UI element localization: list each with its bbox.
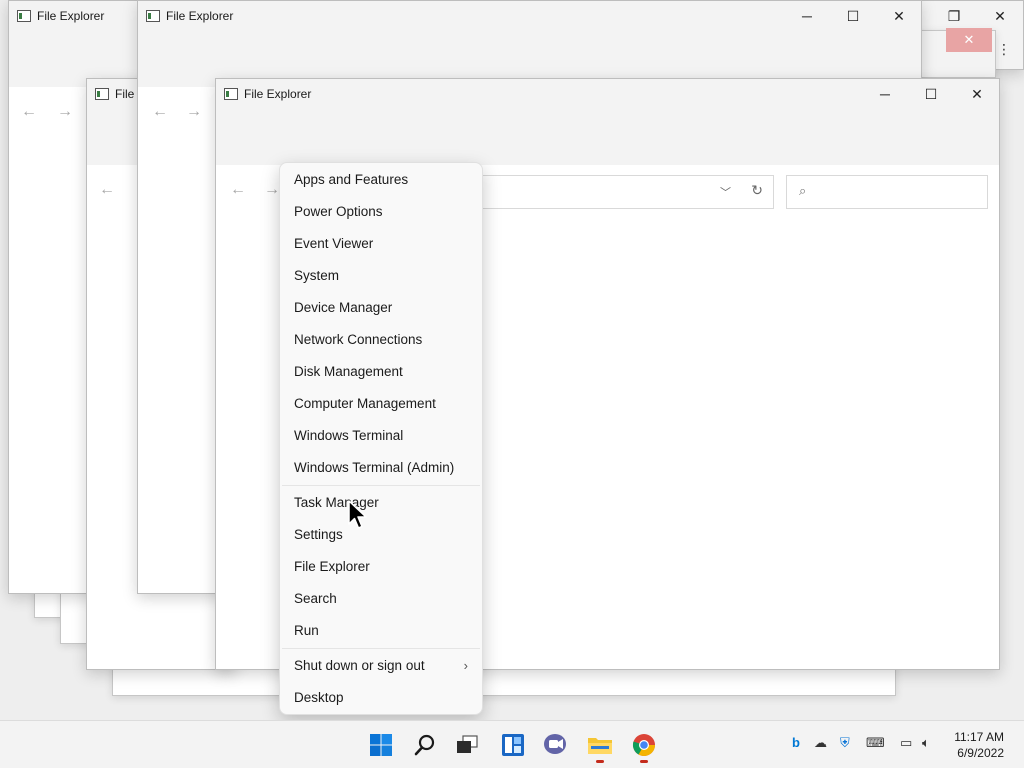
widgets-icon[interactable] bbox=[498, 730, 528, 760]
back-arrow-icon[interactable]: ← bbox=[19, 103, 39, 121]
task-view-icon[interactable] bbox=[452, 730, 482, 760]
chat-icon[interactable] bbox=[541, 730, 571, 760]
menu-separator bbox=[282, 485, 480, 486]
chevron-right-icon: › bbox=[463, 658, 468, 673]
menu-item-event-viewer[interactable]: Event Viewer bbox=[280, 228, 482, 260]
back-arrow-icon[interactable]: ← bbox=[97, 181, 117, 199]
minimize-button[interactable]: ─ bbox=[784, 1, 830, 31]
window-title: File Explorer bbox=[244, 87, 312, 101]
menu-item-apps-and-features[interactable]: Apps and Features bbox=[280, 164, 482, 196]
window-title: File Explorer bbox=[37, 9, 105, 23]
forward-arrow-icon[interactable]: → bbox=[55, 103, 75, 121]
close-icon: ✕ bbox=[946, 28, 992, 52]
menu-item-search[interactable]: Search bbox=[280, 583, 482, 615]
keyboard-icon[interactable]: ⌨ bbox=[866, 735, 885, 751]
taskbar: b ☁ ⛨ ⌨ ▭ 🔈︎ 11:17 AM 6/9/2022 bbox=[0, 720, 1024, 768]
menu-item-device-manager[interactable]: Device Manager bbox=[280, 292, 482, 324]
quick-link-menu: Apps and Features Power Options Event Vi… bbox=[279, 162, 483, 715]
menu-item-system[interactable]: System bbox=[280, 260, 482, 292]
menu-item-desktop[interactable]: Desktop bbox=[280, 682, 482, 714]
clock[interactable]: 11:17 AM 6/9/2022 bbox=[954, 729, 1004, 761]
chrome-icon[interactable] bbox=[629, 730, 659, 763]
refresh-icon[interactable]: ↻ bbox=[751, 182, 763, 199]
menu-item-power-options[interactable]: Power Options bbox=[280, 196, 482, 228]
running-indicator bbox=[640, 760, 648, 763]
mouse-cursor-icon bbox=[348, 500, 367, 529]
search-icon[interactable] bbox=[410, 730, 440, 760]
close-button[interactable]: ✕ bbox=[954, 79, 999, 109]
file-explorer-icon[interactable] bbox=[585, 730, 615, 763]
restore-button[interactable]: ❐ bbox=[931, 1, 977, 31]
chevron-down-icon[interactable]: ﹀ bbox=[720, 184, 731, 200]
window-ribbon bbox=[216, 109, 999, 165]
menu-item-label: Shut down or sign out bbox=[294, 658, 425, 673]
search-icon: ⌕ bbox=[799, 183, 807, 198]
clock-date: 6/9/2022 bbox=[957, 746, 1004, 760]
menu-item-network-connections[interactable]: Network Connections bbox=[280, 324, 482, 356]
menu-item-file-explorer[interactable]: File Explorer bbox=[280, 551, 482, 583]
menu-item-settings[interactable]: Settings bbox=[280, 519, 482, 551]
maximize-button[interactable]: ☐ bbox=[830, 1, 876, 31]
bing-icon[interactable]: b bbox=[792, 735, 800, 750]
close-button[interactable]: ✕ bbox=[977, 1, 1023, 31]
menu-item-computer-management[interactable]: Computer Management bbox=[280, 388, 482, 420]
file-explorer-app-icon bbox=[146, 10, 160, 22]
maximize-button[interactable]: ☐ bbox=[908, 79, 954, 109]
network-icon[interactable]: ▭ bbox=[900, 735, 912, 751]
onedrive-offline-icon[interactable]: ☁ bbox=[814, 735, 827, 751]
more-options-icon[interactable]: ⋮ bbox=[997, 41, 1011, 58]
file-explorer-app-icon bbox=[17, 10, 31, 22]
menu-separator bbox=[282, 648, 480, 649]
menu-item-windows-terminal-admin[interactable]: Windows Terminal (Admin) bbox=[280, 452, 482, 484]
file-explorer-app-icon bbox=[95, 88, 109, 100]
forward-arrow-icon[interactable]: → bbox=[184, 103, 204, 121]
menu-item-run[interactable]: Run bbox=[280, 615, 482, 647]
clock-time: 11:17 AM bbox=[954, 730, 1004, 744]
menu-item-disk-management[interactable]: Disk Management bbox=[280, 356, 482, 388]
window-title: File Explorer bbox=[166, 9, 234, 23]
running-indicator bbox=[596, 760, 604, 763]
back-arrow-icon[interactable]: ← bbox=[228, 181, 248, 199]
file-explorer-app-icon bbox=[224, 88, 238, 100]
minimize-button[interactable]: ─ bbox=[862, 79, 908, 109]
menu-item-task-manager[interactable]: Task Manager bbox=[280, 487, 482, 519]
address-bar[interactable]: ﹀ ↻ bbox=[482, 175, 774, 209]
volume-icon[interactable]: 🔈︎ bbox=[922, 735, 930, 751]
security-shield-icon[interactable]: ⛨ bbox=[840, 735, 850, 751]
start-icon[interactable] bbox=[366, 730, 396, 760]
menu-item-shut-down-or-sign-out[interactable]: Shut down or sign out › bbox=[280, 650, 482, 682]
menu-item-windows-terminal[interactable]: Windows Terminal bbox=[280, 420, 482, 452]
close-button[interactable]: ✕ bbox=[876, 1, 921, 31]
desktop: ❐ ✕ ⋮ ✕ File Explorer ← → File E ← File … bbox=[0, 0, 1024, 720]
search-input[interactable]: ⌕ bbox=[786, 175, 988, 209]
back-arrow-icon[interactable]: ← bbox=[150, 103, 170, 121]
